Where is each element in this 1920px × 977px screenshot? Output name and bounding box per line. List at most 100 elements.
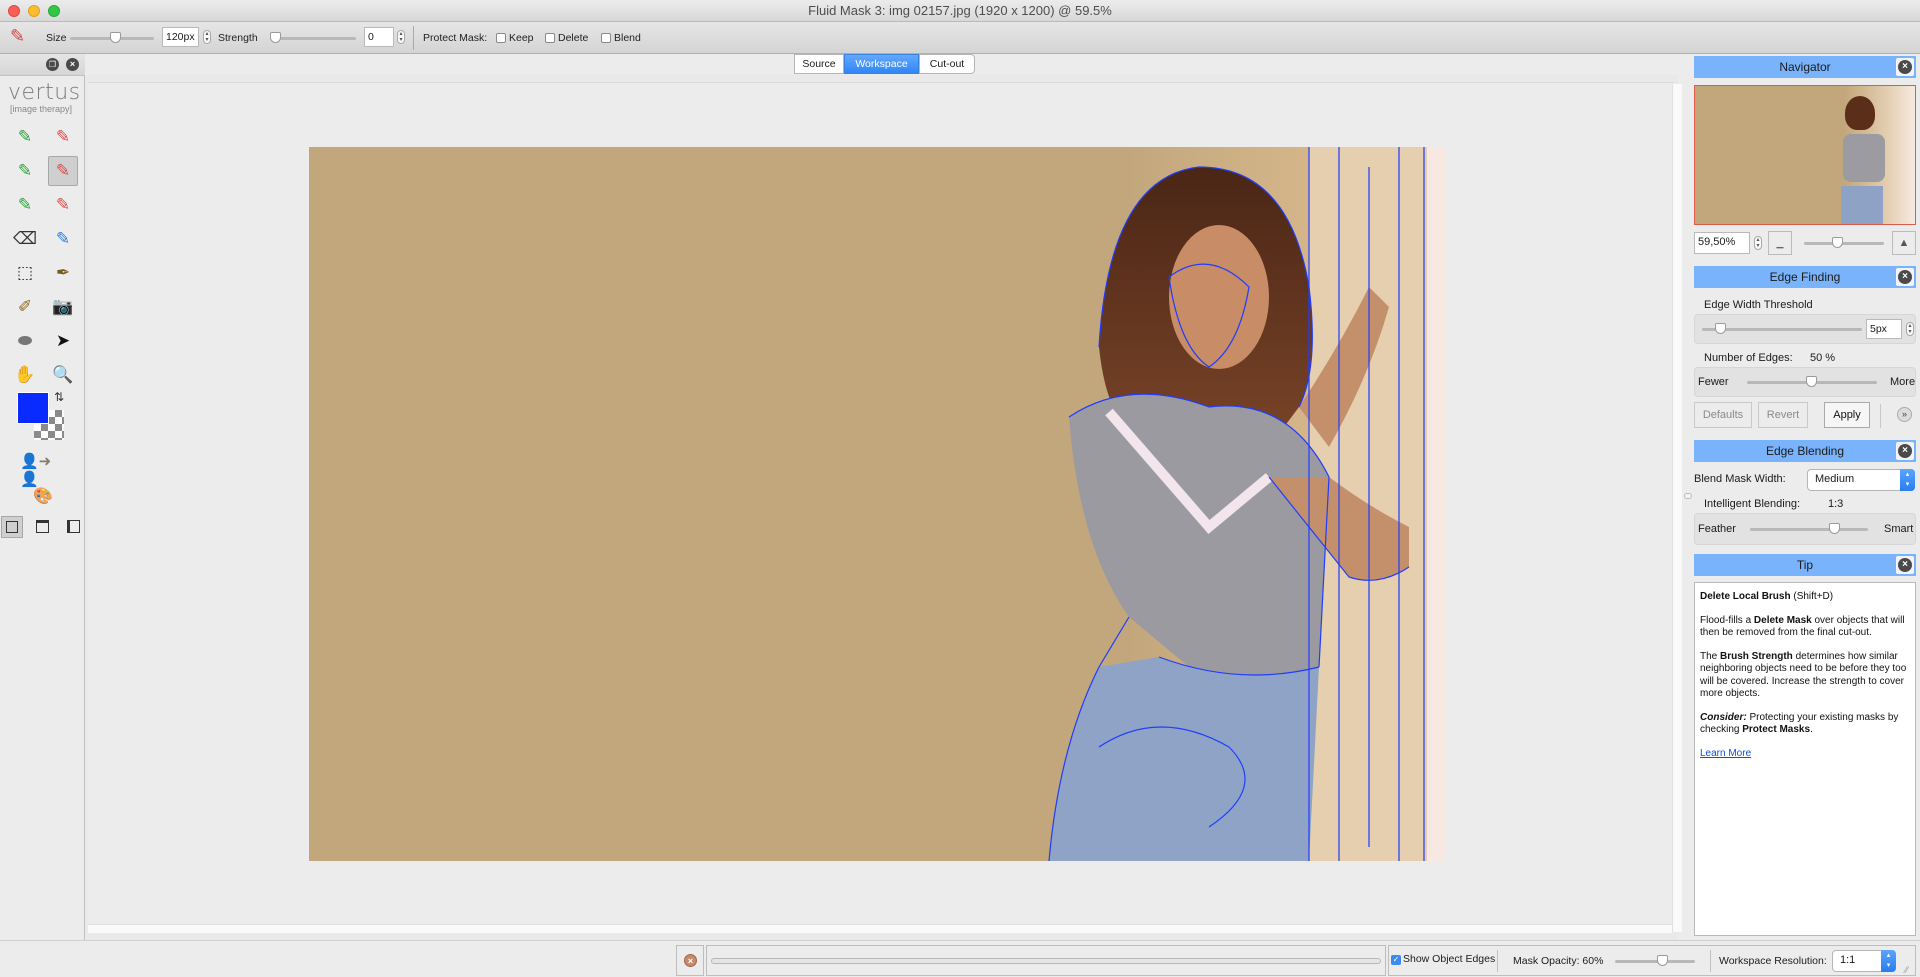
- more-label: More: [1890, 376, 1916, 388]
- tip-header[interactable]: Tip ×: [1694, 554, 1916, 576]
- zoom-tool[interactable]: 🔍: [48, 360, 78, 390]
- window-title: Fluid Mask 3: img 02157.jpg (1920 x 1200…: [808, 3, 1112, 18]
- keep-brush-tool[interactable]: ✎: [10, 122, 40, 152]
- foreground-color-swatch-front[interactable]: [17, 392, 49, 424]
- snapshot-tool[interactable]: 📷: [48, 292, 78, 322]
- pointer-tool[interactable]: ➤: [48, 326, 78, 356]
- eraser-tool[interactable]: ⌫: [10, 224, 40, 254]
- cancel-icon[interactable]: ×: [684, 954, 697, 967]
- delete-brush-icon: ✎: [55, 127, 71, 146]
- mask-opacity-label: Mask Opacity: 60%: [1513, 955, 1604, 967]
- apply-button[interactable]: Apply: [1824, 402, 1870, 428]
- swap-colors-icon[interactable]: ⇅: [54, 390, 64, 404]
- close-tip-button[interactable]: ×: [1896, 556, 1914, 574]
- strength-stepper[interactable]: ▴ ▾: [397, 30, 405, 44]
- tip-text: The: [1700, 650, 1721, 662]
- delete-checkbox[interactable]: [545, 33, 555, 43]
- strength-slider-track[interactable]: [276, 37, 356, 40]
- tools-panel: ❐ × vertus [image therapy] ✎ ✎ ✎ ✎ ✎ ✎ ⌫ ✎ ⬚ ✒ ✐ 📷 ⬬…: [0, 54, 85, 944]
- photo-render: [1048, 147, 1445, 861]
- learn-more-link[interactable]: Learn More: [1700, 748, 1751, 759]
- patch-tool[interactable]: ⬬: [10, 326, 40, 356]
- intelligent-blending-slider[interactable]: [1750, 528, 1868, 531]
- edge-blending-header[interactable]: Edge Blending ×: [1694, 440, 1916, 462]
- keep-checkbox[interactable]: [496, 33, 506, 43]
- face-region: [1169, 225, 1269, 369]
- detach-panel-icon[interactable]: ❐: [46, 58, 59, 71]
- split-vertical-icon[interactable]: [67, 520, 80, 533]
- navigator-thumbnail-shirt: [1843, 134, 1885, 182]
- select-arrows-icon: ▴ ▾: [1900, 469, 1915, 491]
- workspace-resolution-label: Workspace Resolution:: [1719, 955, 1827, 967]
- vertus-tagline: [image therapy]: [10, 104, 73, 114]
- close-navigator-button[interactable]: ×: [1896, 58, 1914, 76]
- panel-splitter-handle[interactable]: [1684, 493, 1692, 499]
- vertical-scrollbar[interactable]: [1672, 84, 1682, 932]
- navigator-zoom-slider[interactable]: [1804, 242, 1884, 245]
- edge-width-stepper[interactable]: ▴ ▾: [1906, 322, 1914, 336]
- close-edge-blending-button[interactable]: ×: [1896, 442, 1914, 460]
- pen-mask-tool[interactable]: ✒: [48, 258, 78, 288]
- palette-icon[interactable]: 🎨: [33, 486, 53, 506]
- num-edges-thumb[interactable]: [1806, 376, 1817, 387]
- resize-grip-icon[interactable]: ⁄⁄: [1905, 965, 1908, 975]
- blend-checkbox[interactable]: [601, 33, 611, 43]
- navigator-zoom-thumb[interactable]: [1831, 237, 1843, 248]
- keep-label: Keep: [509, 32, 534, 44]
- title-bar: Fluid Mask 3: img 02157.jpg (1920 x 1200…: [0, 0, 1920, 22]
- mask-opacity-slider[interactable]: [1615, 960, 1695, 963]
- workspace-resolution-select[interactable]: 1:1 ▴ ▾: [1832, 950, 1896, 972]
- delete-local-brush-tool[interactable]: ✎: [48, 156, 78, 186]
- navigator-preview[interactable]: [1694, 85, 1916, 225]
- intelligent-blending-label: Intelligent Blending:: [1704, 498, 1801, 510]
- pen-mask-icon: ✒: [55, 263, 71, 282]
- show-edges-checkbox[interactable]: ✓: [1391, 955, 1401, 965]
- size-stepper[interactable]: ▴ ▾: [203, 30, 211, 44]
- split-horizontal-icon[interactable]: [36, 520, 49, 533]
- color-picker-tool[interactable]: ✐: [10, 292, 40, 322]
- close-icon: ×: [1898, 444, 1912, 458]
- blend-mask-width-select[interactable]: Medium ▴ ▾: [1807, 469, 1915, 491]
- edge-finding-header[interactable]: Edge Finding ×: [1694, 266, 1916, 288]
- strength-slider-thumb[interactable]: [270, 32, 281, 43]
- color-picker-icon: ✐: [17, 297, 33, 316]
- blend-label: Blend: [614, 32, 641, 44]
- size-slider-thumb[interactable]: [110, 32, 122, 43]
- close-edge-finding-button[interactable]: ×: [1896, 268, 1914, 286]
- toolbar-divider: [413, 26, 414, 50]
- status-divider: [1497, 950, 1498, 972]
- size-input[interactable]: 120px: [162, 27, 199, 47]
- tab-workspace[interactable]: Workspace: [844, 54, 919, 74]
- view-single-button[interactable]: [1, 516, 23, 538]
- tip-paragraph: Flood-fills a Delete Mask over objects t…: [1700, 615, 1910, 640]
- tip-heading: Delete Local Brush (Shift+D): [1700, 591, 1910, 604]
- delete-brush-tool[interactable]: ✎: [48, 122, 78, 152]
- tab-cut-out[interactable]: Cut-out: [919, 54, 975, 74]
- keep-brush-icon: ✎: [17, 127, 33, 146]
- keep-fill-brush-tool[interactable]: ✎: [10, 190, 40, 220]
- tip-paragraph: Consider: Protecting your existing masks…: [1700, 712, 1910, 737]
- horizontal-scrollbar[interactable]: [88, 924, 1672, 933]
- expand-more-icon[interactable]: »: [1897, 407, 1912, 422]
- rect-select-tool[interactable]: ⬚: [10, 258, 40, 288]
- blend-brush-tool[interactable]: ✎: [48, 224, 78, 254]
- close-panel-icon[interactable]: ×: [66, 58, 79, 71]
- delete-fill-brush-tool[interactable]: ✎: [48, 190, 78, 220]
- mask-opacity-thumb[interactable]: [1657, 955, 1668, 966]
- navigator-header[interactable]: Navigator ×: [1694, 56, 1916, 78]
- intelligent-blending-thumb[interactable]: [1828, 523, 1840, 534]
- strength-input[interactable]: 0: [364, 27, 394, 47]
- edge-width-input[interactable]: 5px: [1866, 319, 1902, 339]
- workspace-image[interactable]: [309, 147, 1445, 861]
- zoom-out-button[interactable]: ▁: [1768, 231, 1792, 255]
- compare-images-icon[interactable]: 👤➜👤: [20, 452, 66, 488]
- zoom-in-button[interactable]: ▲: [1892, 231, 1916, 255]
- revert-button[interactable]: Revert: [1758, 402, 1808, 428]
- navigator-zoom-input[interactable]: 59,50%: [1694, 232, 1750, 254]
- tab-source[interactable]: Source: [794, 54, 844, 74]
- navigator-zoom-stepper[interactable]: ▴ ▾: [1754, 236, 1762, 250]
- hand-tool[interactable]: ✋: [10, 360, 40, 390]
- keep-local-brush-tool[interactable]: ✎: [10, 156, 40, 186]
- defaults-button[interactable]: Defaults: [1694, 402, 1752, 428]
- hand-icon: ✋: [14, 365, 36, 384]
